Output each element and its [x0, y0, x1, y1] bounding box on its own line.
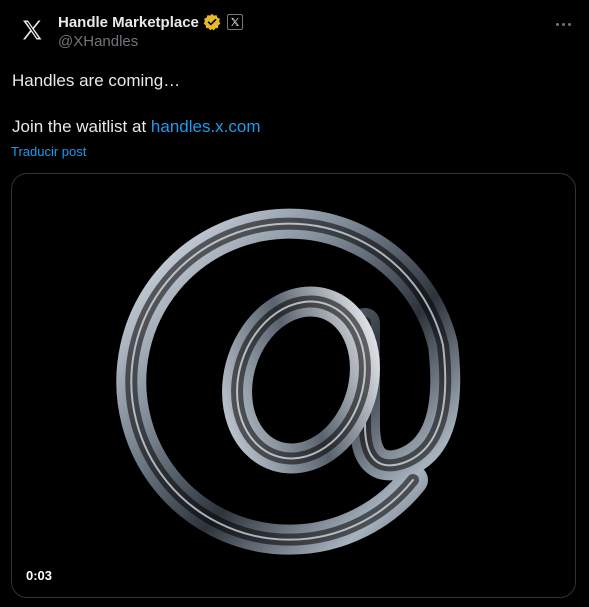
x-affiliate-badge-icon[interactable] [226, 14, 243, 30]
post-text: Handles are coming… Join the waitlist at… [12, 69, 261, 138]
post-header: Handle Marketplace @XHandles [58, 12, 549, 50]
user-handle[interactable]: @XHandles [58, 33, 549, 50]
more-horizontal-icon [555, 22, 559, 26]
post-container: Handle Marketplace @XHandles Handles are… [0, 0, 589, 607]
video-timestamp: 0:03 [26, 568, 53, 583]
video-player[interactable]: 0:03 [11, 173, 576, 598]
display-name[interactable]: Handle Marketplace [58, 14, 199, 31]
waitlist-link[interactable]: handles.x.com [151, 117, 261, 136]
post-text-line2: Join the waitlist at handles.x.com [12, 115, 261, 138]
at-sign-glass-icon [116, 208, 461, 555]
name-row: Handle Marketplace [58, 12, 549, 32]
x-logo-icon [23, 20, 42, 40]
translate-post-link[interactable]: Traducir post [11, 144, 86, 159]
post-text-prefix: Join the waitlist at [12, 117, 151, 136]
post-text-line1: Handles are coming… [12, 71, 181, 90]
gold-verified-badge-icon[interactable] [203, 13, 221, 31]
more-options-button[interactable] [551, 12, 575, 36]
avatar[interactable] [12, 10, 52, 50]
